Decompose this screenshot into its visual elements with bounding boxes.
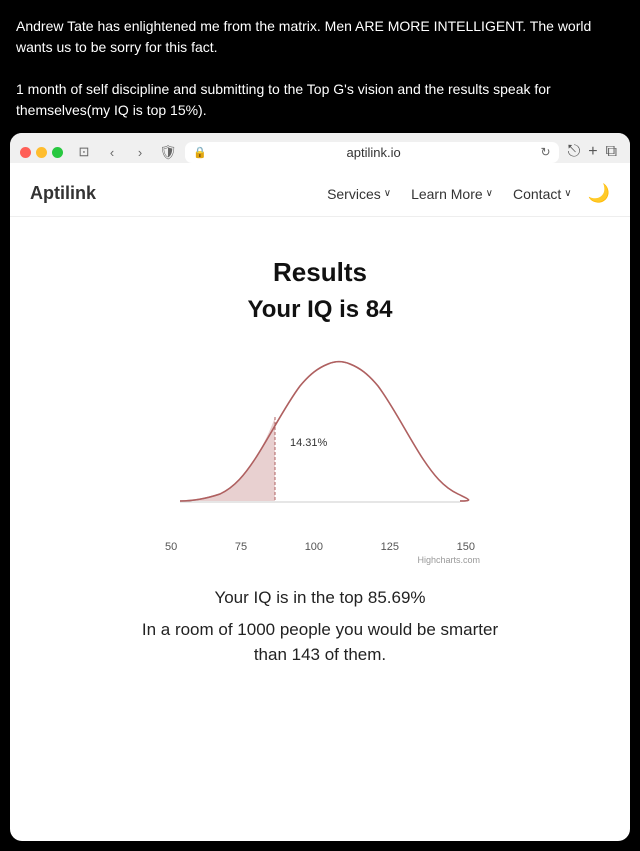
- context-line2: 1 month of self discipline and submittin…: [16, 79, 624, 121]
- website-content: Aptilink Services ∨ Learn More ∨ Contact…: [10, 171, 630, 771]
- nav-links: Services ∨ Learn More ∨ Contact ∨: [327, 186, 572, 202]
- learn-more-chevron-icon: ∨: [486, 188, 493, 199]
- nav-services-label: Services: [327, 186, 381, 202]
- browser-actions: ⎋ + ⧉: [565, 143, 620, 161]
- minimize-button[interactable]: [36, 147, 47, 158]
- context-text: Andrew Tate has enlightened me from the …: [0, 0, 640, 133]
- nav-learn-more[interactable]: Learn More ∨: [411, 186, 493, 202]
- axis-label-100: 100: [305, 541, 323, 553]
- bell-curve-chart: 14.31% 50 75 100 125 150 Highcharts.com: [160, 354, 480, 565]
- address-bar[interactable]: 🔒 aptilink.io ↻: [185, 142, 559, 163]
- browser-chrome: ⊡ ‹ › 🛡 🔒 aptilink.io ↻ ⎋ + ⧉: [10, 133, 630, 163]
- axis-label-50: 50: [165, 541, 177, 553]
- axis-label-75: 75: [235, 541, 247, 553]
- iq-score: Your IQ is 84: [30, 296, 610, 324]
- traffic-lights: [20, 147, 63, 158]
- axis-label-125: 125: [381, 541, 399, 553]
- sidebar-toggle[interactable]: ⊡: [73, 141, 95, 163]
- add-tab-button[interactable]: +: [585, 143, 600, 161]
- browser-toolbar: ⊡ ‹ › 🛡 🔒 aptilink.io ↻ ⎋ + ⧉: [20, 141, 620, 163]
- browser-window: ⊡ ‹ › 🛡 🔒 aptilink.io ↻ ⎋ + ⧉ Aptilink: [10, 133, 630, 841]
- nav-contact[interactable]: Contact ∨: [513, 186, 572, 202]
- nav-services[interactable]: Services ∨: [327, 186, 391, 202]
- tabs-button[interactable]: ⧉: [603, 143, 620, 161]
- percentage-label: 14.31%: [290, 437, 328, 449]
- url-text: aptilink.io: [212, 145, 536, 160]
- context-line1: Andrew Tate has enlightened me from the …: [16, 16, 624, 58]
- contact-chevron-icon: ∨: [564, 188, 571, 199]
- results-title: Results: [30, 257, 610, 288]
- services-chevron-icon: ∨: [384, 188, 391, 199]
- dark-mode-toggle[interactable]: 🌙: [588, 183, 610, 204]
- result-stat-1: Your IQ is in the top 85.69%: [30, 585, 610, 611]
- site-logo[interactable]: Aptilink: [30, 183, 96, 204]
- maximize-button[interactable]: [52, 147, 63, 158]
- result-stat-2: In a room of 1000 people you would be sm…: [130, 617, 510, 668]
- share-button[interactable]: ⎋: [565, 143, 584, 161]
- chart-credit: Highcharts.com: [160, 555, 480, 565]
- close-button[interactable]: [20, 147, 31, 158]
- lock-icon: 🔒: [193, 146, 207, 159]
- axis-label-150: 150: [457, 541, 475, 553]
- nav-contact-label: Contact: [513, 186, 561, 202]
- chart-axis-labels: 50 75 100 125 150: [160, 541, 480, 553]
- shield-icon: 🛡: [157, 141, 179, 163]
- nav-learn-more-label: Learn More: [411, 186, 483, 202]
- refresh-icon[interactable]: ↻: [541, 145, 551, 159]
- forward-button[interactable]: ›: [129, 141, 151, 163]
- bell-curve-svg: 14.31%: [160, 354, 480, 534]
- main-content: Results Your IQ is 84: [10, 217, 630, 698]
- site-nav: Aptilink Services ∨ Learn More ∨ Contact…: [10, 171, 630, 217]
- back-button[interactable]: ‹: [101, 141, 123, 163]
